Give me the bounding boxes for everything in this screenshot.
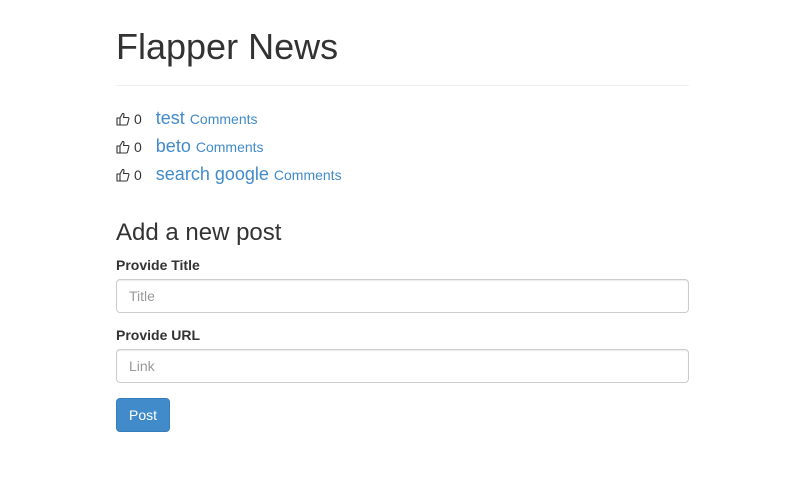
upvote-count: 0 bbox=[134, 167, 142, 183]
url-field-label: Provide URL bbox=[116, 327, 201, 343]
title-input[interactable] bbox=[116, 279, 689, 313]
post-list: 0 test Comments 0 beto Comments 0 search… bbox=[116, 108, 689, 192]
form-heading: Add a new post bbox=[116, 219, 282, 246]
post-item: 0 search google Comments bbox=[116, 164, 689, 192]
upvote-count: 0 bbox=[134, 111, 142, 127]
post-item: 0 test Comments bbox=[116, 108, 689, 136]
url-form-group: Provide URL bbox=[116, 327, 689, 383]
post-button[interactable]: Post bbox=[116, 398, 171, 432]
thumbs-up-icon[interactable] bbox=[116, 168, 130, 182]
thumbs-up-icon[interactable] bbox=[116, 140, 130, 154]
upvote-count: 0 bbox=[134, 139, 142, 155]
title-field-label: Provide Title bbox=[116, 257, 200, 273]
post-title-link[interactable]: beto bbox=[156, 136, 191, 157]
post-comments-link[interactable]: Comments bbox=[274, 167, 342, 183]
url-input[interactable] bbox=[116, 349, 689, 383]
post-title-link[interactable]: test bbox=[156, 108, 185, 129]
title-form-group: Provide Title bbox=[116, 257, 689, 313]
main-container: Flapper News 0 test Comments 0 beto Comm… bbox=[116, 0, 689, 432]
post-comments-link[interactable]: Comments bbox=[190, 111, 258, 127]
post-item: 0 beto Comments bbox=[116, 136, 689, 164]
page-title: Flapper News bbox=[116, 26, 339, 67]
new-post-form: Add a new post Provide Title Provide URL… bbox=[116, 219, 689, 432]
post-title-link[interactable]: search google bbox=[156, 164, 269, 185]
page-header: Flapper News bbox=[116, 27, 689, 86]
thumbs-up-icon[interactable] bbox=[116, 112, 130, 126]
post-comments-link[interactable]: Comments bbox=[196, 139, 264, 155]
